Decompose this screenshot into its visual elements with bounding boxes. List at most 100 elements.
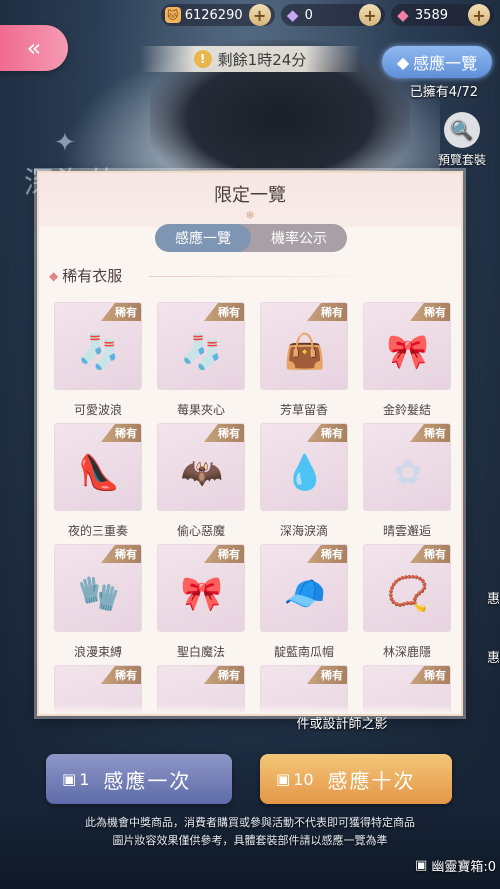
timer-text: 剩餘1時24分 [217,50,307,69]
item-name: 林深鹿隱 [382,645,431,659]
add-diamond-button[interactable]: + [468,4,490,26]
preview-label: 預覽套裝 [437,153,486,167]
item-cell[interactable]: 稀有 🧤 浪漫束縛 [54,544,142,665]
draw-once-label: 感應一次 [103,768,192,793]
item-cell[interactable]: 稀有 🦇 偷心惡魔 [157,423,245,544]
item-cell[interactable]: 稀有 🧢 靛藍南瓜帽 [260,544,348,665]
treasure-chest-icon: ▣ [276,770,291,788]
item-name: 浪漫束縛 [73,645,122,659]
disclaimer-line: 圖片妝容效果僅供參考，具體套裝部件請以感應一覽為準 [112,834,388,847]
resource-bar: 🐱 6126290 + ◆ 0 + ◆ 3589 + [160,4,494,26]
draw-cost: ▣ 10 [276,770,314,789]
item-cell[interactable]: 稀有 🧦 莓果夾心 [157,302,245,423]
necklace-icon: 📿 [386,574,430,614]
cat-coin-value: 6126290 [184,7,243,23]
tab-gacha-list[interactable]: 感應一覽 [155,224,251,252]
socks-icon: 🧦 [77,332,121,372]
ghost-chest-text: 幽靈寶箱:0 [431,860,496,875]
rare-badge: 稀有 [204,666,244,684]
item-card[interactable]: 稀有 🦇 [157,423,245,511]
purple-crystal-value: 0 [304,7,313,23]
draw-ten-button[interactable]: ▣ 10 感應十次 [260,754,452,804]
draw-ten-count: 10 [293,769,314,789]
gacha-tab-label: 感應一覽 [413,54,478,73]
item-cell[interactable]: 稀有 💧 深海淚滴 [260,423,348,544]
bow-icon: 🎀 [386,332,430,372]
draw-cost: ▣ 1 [62,770,89,789]
item-name: 可愛波浪 [73,403,122,417]
pink-diamond-counter: ◆ 3589 + [390,4,494,26]
rare-badge: 稀有 [410,666,450,684]
limited-list-modal: 限定一覽 ❄ 感應一覽 機率公示 ◆ 稀有衣服 稀有 🧦 可愛波浪 稀有 🧦 莓果夾心 稀有… [37,171,463,716]
cat-coin-counter: 🐱 6126290 + [160,4,275,26]
item-cell[interactable]: 稀有 🧦 可愛波浪 [54,302,142,423]
pink-diamond-icon: ◆ [397,6,409,24]
modal-title: 限定一覽 [214,185,286,206]
item-card[interactable]: 稀有 ✿ [363,423,451,511]
side-peek-text: 惠 [486,651,500,666]
socks-icon: 🧦 [180,332,224,372]
item-cell[interactable]: 稀有 👜 芳草留香 [260,302,348,423]
disclaimer-line: 此為機會中獎商品，消費者購買或參與活動不代表即可獲得特定商品 [85,816,415,829]
bat-wing-icon: 🦇 [180,453,224,493]
back-button[interactable]: « [0,25,68,71]
item-name: 莓果夾心 [176,403,225,417]
item-card[interactable]: 稀有 🎀 [157,544,245,632]
item-card[interactable]: 稀有 🧦 [157,302,245,390]
side-peek-text: 惠 [486,592,500,607]
search-icon: 🔍 [444,112,480,148]
heels-icon: 👠 [77,453,121,493]
item-card[interactable]: 稀有 🎀 [363,302,451,390]
exclamation-icon: ! [193,50,212,68]
hairclip-icon: ✿ [393,453,423,493]
snowflake-icon: ❄ [245,209,255,222]
treasure-chest-icon: ▣ [62,770,77,788]
choker-icon: 🎀 [180,574,224,614]
modal-tab-switch: 感應一覽 機率公示 [155,224,347,252]
item-grid: 稀有 🧦 可愛波浪 稀有 🧦 莓果夾心 稀有 👜 芳草留香 稀有 🎀 金鈴髮結 稀有 👠 夜的三重奏 稀有 🦇 偷… [54,302,454,714]
gacha-tab-button[interactable]: ◆ 感應一覽 [382,46,492,78]
bottom-info-text: 件或設計師之影 [296,717,388,732]
draw-ten-label: 感應十次 [327,768,416,793]
owned-count: 已擁有4/72 [409,85,478,100]
earring-icon: 💧 [283,453,327,493]
draw-once-button[interactable]: ▣ 1 感應一次 [46,754,232,804]
item-card[interactable]: 稀有 📿 [363,544,451,632]
ghost-chest-counter[interactable]: ▣ 幽靈寶箱:0 [415,856,496,875]
item-cell[interactable]: 稀有 📿 林深鹿隱 [363,544,451,665]
disclaimer: 此為機會中獎商品，消費者購買或參與活動不代表即可獲得特定商品 圖片妝容效果僅供參… [0,814,500,850]
event-timer: ! 剩餘1時24分 [140,46,360,72]
item-card[interactable]: 稀有 🧤 [54,544,142,632]
diamond-icon: ◆ [396,52,410,72]
item-name: 偷心惡魔 [176,524,225,538]
item-cell[interactable]: 稀有 🎀 聖白魔法 [157,544,245,665]
purple-crystal-counter: ◆ 0 + [280,4,385,26]
preview-outfit-button[interactable]: 🔍 預覽套裝 [434,112,490,168]
rare-badge: 稀有 [307,666,347,684]
add-coin-button[interactable]: + [248,4,271,26]
tab-probability[interactable]: 機率公示 [251,224,347,252]
pink-diamond-value: 3589 [414,7,448,23]
item-card[interactable]: 稀有 🧢 [260,544,348,632]
item-card[interactable]: 稀有 👠 [54,423,142,511]
gloves-icon: 🧤 [77,574,121,614]
add-crystal-button[interactable]: + [358,4,381,26]
diamond-bullet-icon: ◆ [49,268,59,283]
modal-header: 限定一覽 ❄ [39,173,461,227]
item-name: 深海淚滴 [279,524,328,538]
section-rare-clothes: ◆ 稀有衣服 [49,265,122,286]
item-cell[interactable]: 稀有 👠 夜的三重奏 [54,423,142,544]
item-cell[interactable]: 稀有 🎀 金鈴髮結 [363,302,451,423]
item-cell[interactable]: 稀有 ✿ 晴雲邂逅 [363,423,451,544]
item-name: 聖白魔法 [176,645,225,659]
item-card[interactable]: 稀有 💧 [260,423,348,511]
item-card[interactable]: 稀有 👜 [260,302,348,390]
rare-badge: 稀有 [101,666,141,684]
item-card[interactable]: 稀有 🧦 [54,302,142,390]
cap-icon: 🧢 [283,574,327,614]
chest-icon: ▣ [415,858,428,873]
item-name: 晴雲邂逅 [382,524,431,538]
section-title-text: 稀有衣服 [62,267,123,285]
modal-bottom-fade [39,704,461,714]
compass-star-icon: ✦ [54,128,76,158]
